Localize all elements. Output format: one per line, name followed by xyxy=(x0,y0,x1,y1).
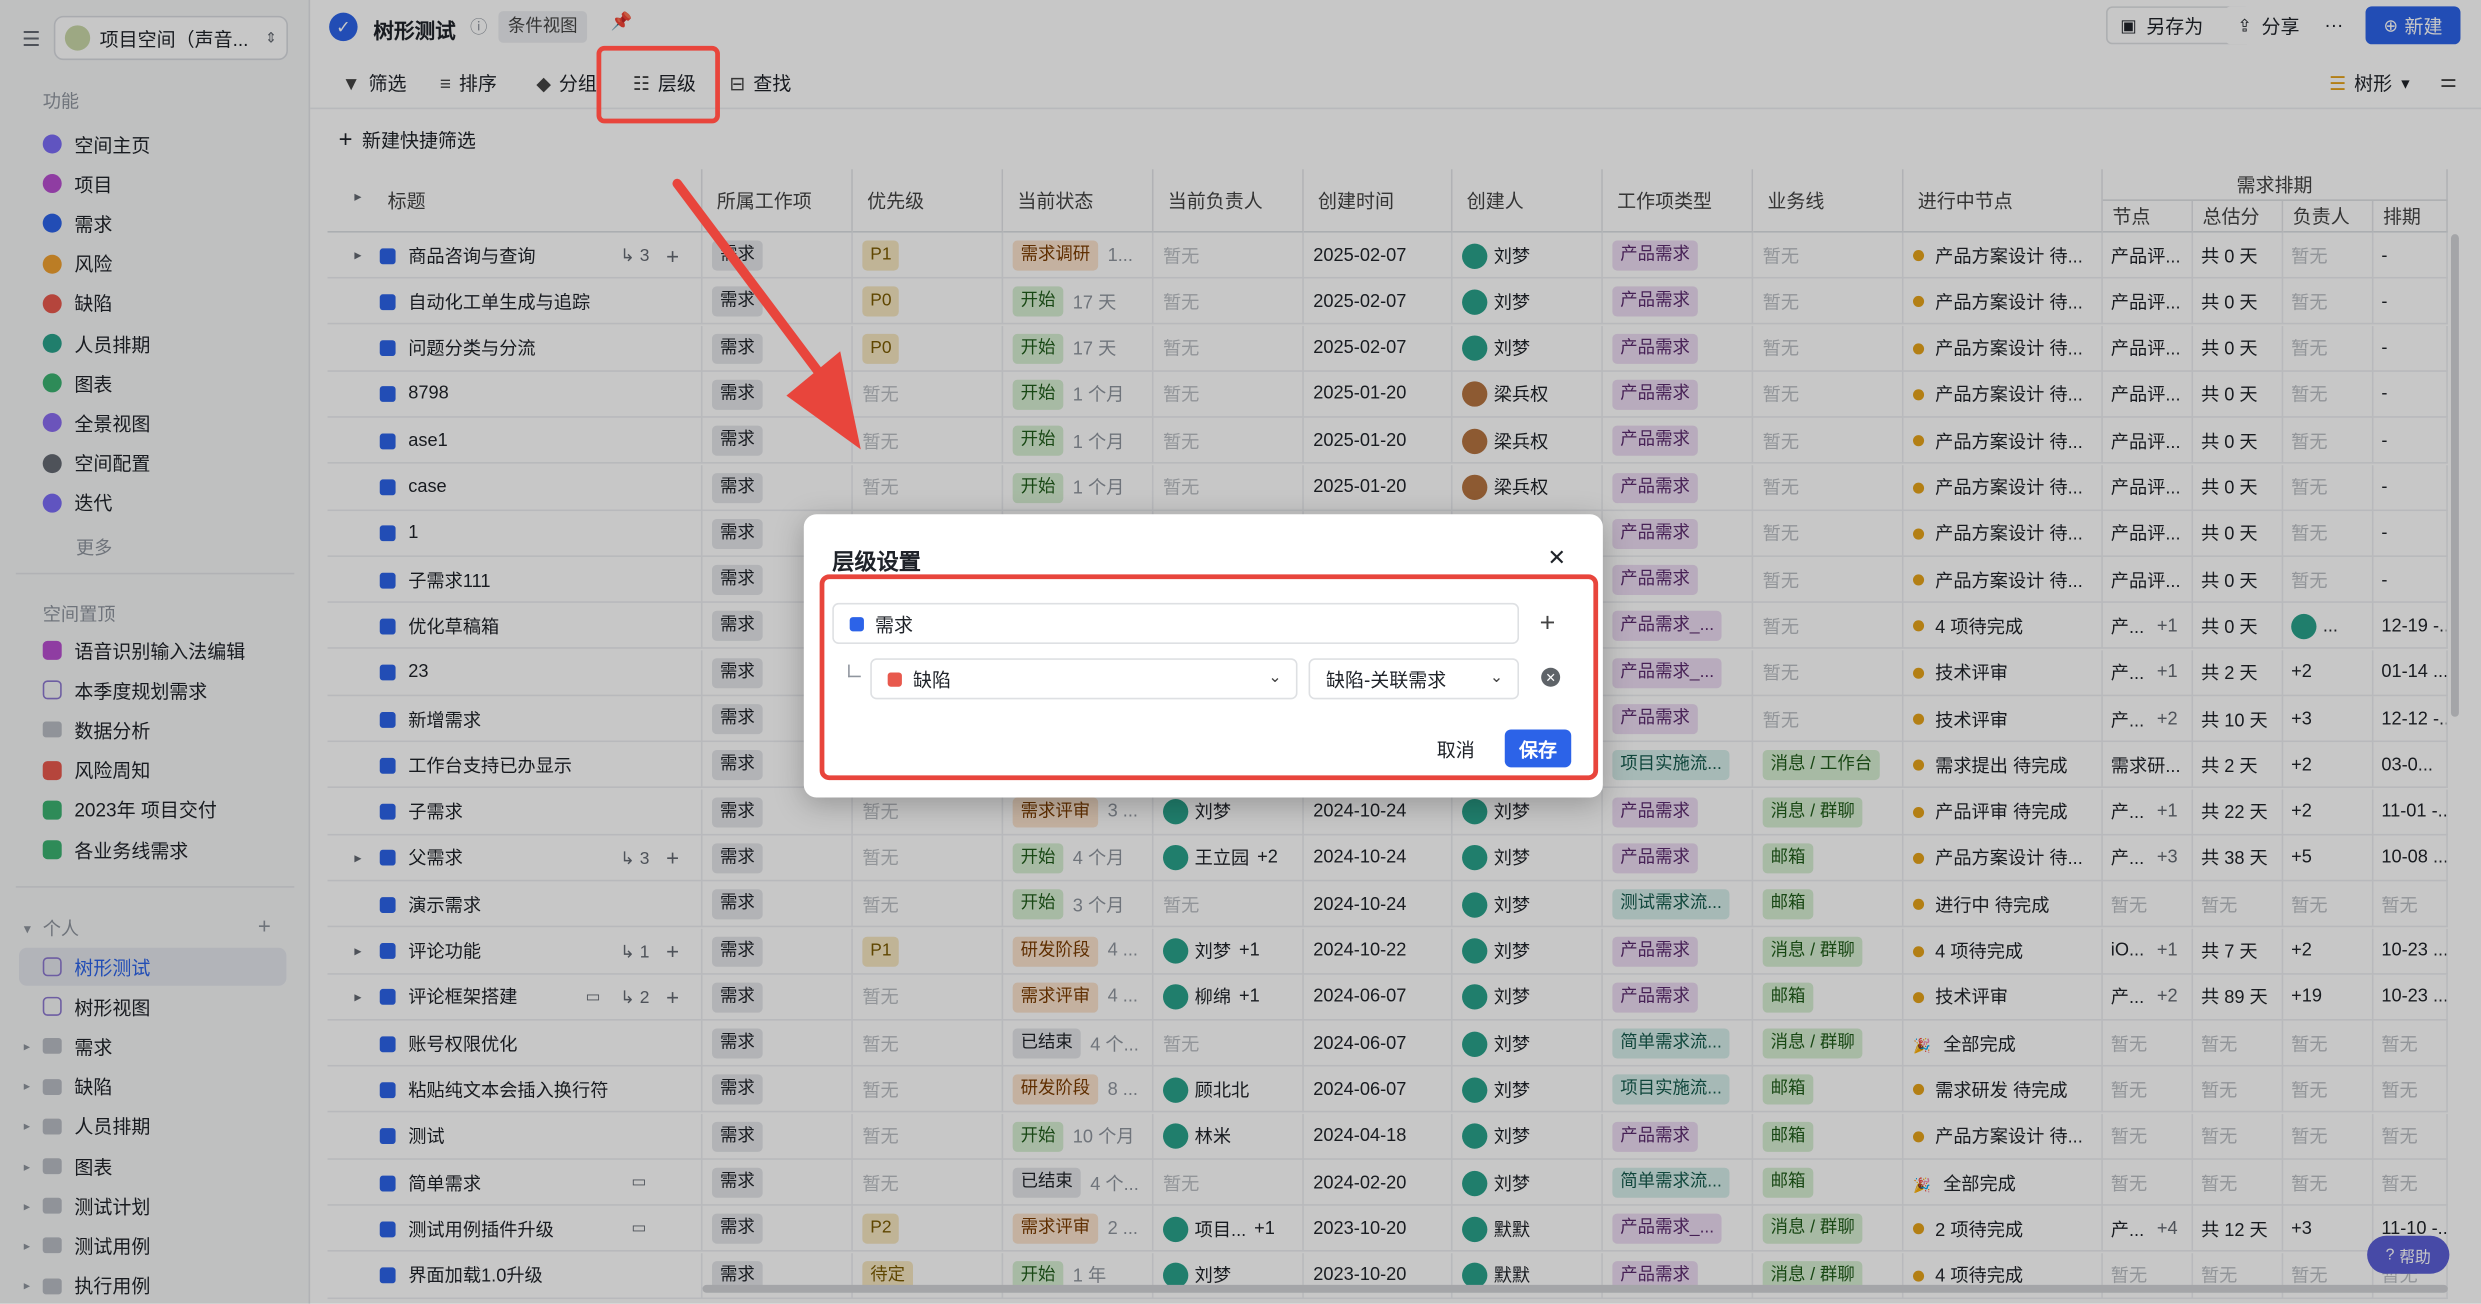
dialog-content-highlight xyxy=(819,574,1599,781)
app-window: ☰ 项目空间（声音... ⇕ 功能 空间主页 项目 需求 风险 缺陷 人员排期 图表 全景视图… xyxy=(0,0,2481,1304)
